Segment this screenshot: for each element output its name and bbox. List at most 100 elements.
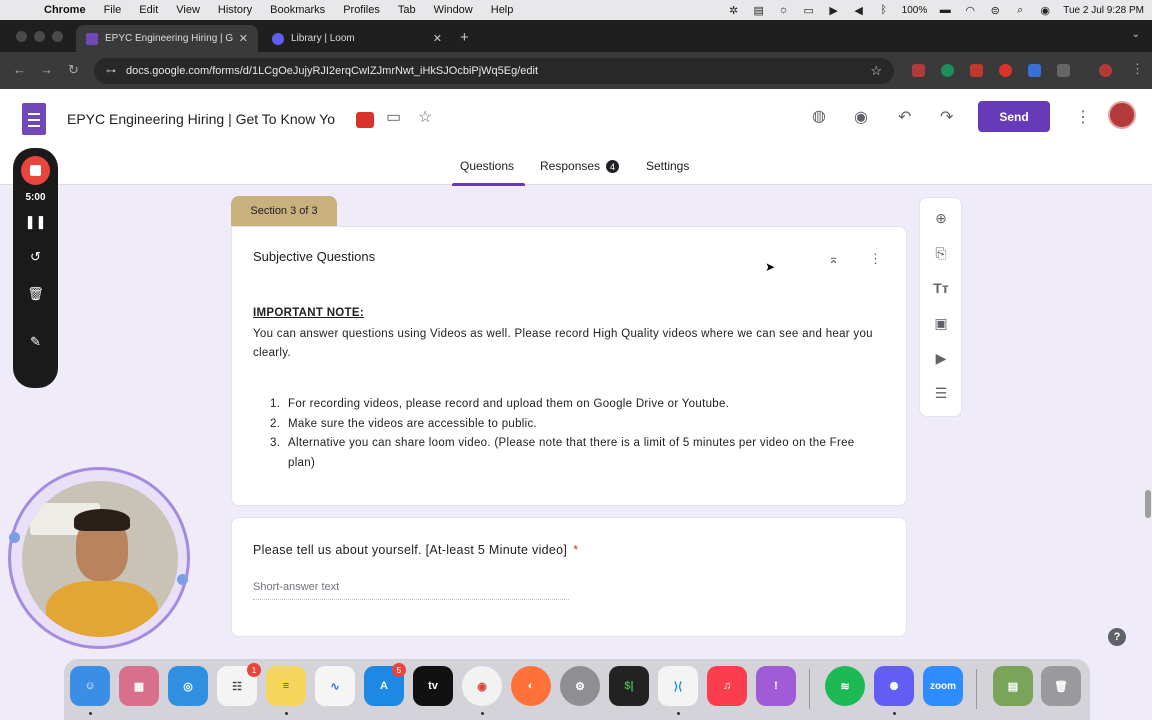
address-bar[interactable]: ⊶ docs.google.com/forms/d/1LCgOeJujyRJI2… — [94, 58, 894, 84]
vscode-icon[interactable]: ⟩⟨ — [658, 666, 698, 706]
tab-responses[interactable]: Responses 4 — [540, 159, 620, 174]
section-header-card[interactable]: Subjective Questions ⌅ ⋮ IMPORTANT NOTE:… — [231, 226, 907, 506]
feedback-assistant-icon[interactable]: ! — [756, 666, 796, 706]
minimize-window-button[interactable] — [34, 31, 45, 42]
add-section-icon[interactable]: ☰ — [932, 384, 950, 402]
resize-handle[interactable] — [177, 574, 188, 585]
extensions-puzzle-icon[interactable] — [1057, 64, 1070, 77]
control-center-icon[interactable]: ⊜ — [988, 4, 1002, 17]
battery-icon[interactable]: ▬ — [938, 4, 952, 16]
add-title-icon[interactable]: Tт — [932, 279, 950, 297]
redo-icon[interactable]: ↷ — [940, 107, 953, 127]
menu-bookmarks[interactable]: Bookmarks — [270, 4, 325, 16]
more-options-icon[interactable]: ⋮ — [1075, 107, 1091, 127]
close-window-button[interactable] — [16, 31, 27, 42]
downloads-stack-icon[interactable]: ▤ — [993, 666, 1033, 706]
loom-extension-icon[interactable] — [356, 112, 374, 128]
tab-loom[interactable]: Library | Loom ✕ — [262, 25, 452, 52]
url-text[interactable]: docs.google.com/forms/d/1LCgOeJujyRJI2er… — [126, 65, 538, 77]
volume-icon[interactable]: ◀ — [852, 4, 866, 17]
scrollbar-thumb[interactable] — [1145, 490, 1151, 518]
loom-icon[interactable]: ✺ — [874, 666, 914, 706]
send-button[interactable]: Send — [978, 101, 1050, 132]
fullscreen-window-button[interactable] — [52, 31, 63, 42]
menu-app-name[interactable]: Chrome — [44, 4, 86, 16]
display-icon[interactable]: ▭ — [802, 4, 816, 17]
close-tab-icon[interactable]: ✕ — [239, 32, 248, 45]
docker-icon[interactable]: ▤ — [752, 4, 766, 17]
menu-history[interactable]: History — [218, 4, 252, 16]
bluetooth-icon[interactable]: ᛒ — [877, 4, 891, 16]
import-questions-icon[interactable]: ⎘ — [932, 244, 950, 262]
help-icon[interactable]: ? — [1108, 628, 1126, 646]
music-icon[interactable]: ♫ — [707, 666, 747, 706]
menu-tab[interactable]: Tab — [398, 4, 416, 16]
extension-icon[interactable] — [1028, 64, 1041, 77]
wifi-icon[interactable]: ◠ — [963, 4, 977, 17]
menu-file[interactable]: File — [104, 4, 122, 16]
notes-icon[interactable]: ≡ — [266, 666, 306, 706]
forms-logo-icon[interactable] — [22, 103, 46, 135]
tab-search-icon[interactable]: ⌄ — [1132, 29, 1140, 40]
back-icon[interactable]: ← — [13, 62, 26, 77]
star-icon[interactable]: ☆ — [418, 107, 432, 127]
close-tab-icon[interactable]: ✕ — [433, 32, 442, 45]
tab-questions[interactable]: Questions — [460, 159, 514, 173]
finder-icon[interactable]: ☺ — [70, 666, 110, 706]
brightness-icon[interactable]: ☼ — [777, 4, 791, 16]
add-question-icon[interactable]: ⊕ — [932, 209, 950, 227]
delete-icon[interactable]: 🗑 — [13, 286, 58, 302]
reload-icon[interactable]: ↻ — [68, 62, 79, 78]
section-more-icon[interactable]: ⋮ — [869, 251, 882, 267]
freeform-icon[interactable]: ∿ — [315, 666, 355, 706]
siri-icon[interactable]: ◉ — [1038, 4, 1052, 17]
tab-settings[interactable]: Settings — [646, 159, 689, 173]
menu-help[interactable]: Help — [491, 4, 514, 16]
firefox-icon[interactable]: ◐ — [511, 666, 551, 706]
undo-icon[interactable]: ↶ — [898, 107, 911, 127]
safari-icon[interactable]: ◎ — [168, 666, 208, 706]
menubar-datetime[interactable]: Tue 2 Jul 9:28 PM — [1063, 5, 1144, 16]
add-image-icon[interactable]: ▣ — [932, 314, 950, 332]
extension-icon[interactable] — [912, 64, 925, 77]
launchpad-icon[interactable]: ▦ — [119, 666, 159, 706]
add-video-icon[interactable]: ▶ — [932, 349, 950, 367]
extension-icon[interactable] — [941, 64, 954, 77]
webcam-feed[interactable] — [22, 481, 178, 637]
spotify-icon[interactable]: ≋ — [825, 666, 865, 706]
menu-window[interactable]: Window — [434, 4, 473, 16]
menu-edit[interactable]: Edit — [139, 4, 158, 16]
site-info-icon[interactable]: ⊶ — [106, 66, 116, 77]
play-icon[interactable]: ▶ — [827, 4, 841, 17]
menu-profiles[interactable]: Profiles — [343, 4, 380, 16]
terminal-icon[interactable]: $| — [609, 666, 649, 706]
tab-forms[interactable]: EPYC Engineering Hiring | Ge ✕ — [76, 25, 258, 52]
stop-recording-button[interactable] — [21, 156, 50, 185]
new-tab-icon[interactable]: + — [460, 29, 469, 46]
chrome-menu-icon[interactable]: ⋮ — [1131, 61, 1144, 77]
profile-avatar-icon[interactable] — [1099, 64, 1112, 77]
bookmark-star-icon[interactable]: ☆ — [870, 63, 882, 79]
section-title[interactable]: Subjective Questions — [253, 249, 375, 264]
trash-icon[interactable]: 🗑 — [1041, 666, 1081, 706]
system-settings-icon[interactable]: ⚙ — [560, 666, 600, 706]
pause-icon[interactable]: ❚❚ — [13, 214, 58, 230]
gear-status-icon[interactable]: ✲ — [727, 4, 741, 17]
apple-tv-icon[interactable]: tv — [413, 666, 453, 706]
palette-icon[interactable]: ◍ — [812, 106, 826, 126]
menu-view[interactable]: View — [176, 4, 200, 16]
forward-icon[interactable]: → — [40, 62, 53, 77]
extension-icon[interactable] — [999, 64, 1012, 77]
avatar[interactable] — [1108, 101, 1136, 129]
move-to-folder-icon[interactable]: ▭ — [386, 107, 401, 127]
chrome-icon[interactable]: ◉ — [462, 666, 502, 706]
question-title[interactable]: Please tell us about yourself. [At-least… — [253, 543, 578, 557]
question-card[interactable]: Please tell us about yourself. [At-least… — [231, 517, 907, 637]
zoom-icon[interactable]: zoom — [923, 666, 963, 706]
drawing-tool-icon[interactable]: ✎ — [13, 334, 58, 350]
preview-eye-icon[interactable]: ◉ — [854, 107, 868, 127]
search-icon[interactable]: ⌕ — [1013, 4, 1027, 16]
form-title[interactable]: EPYC Engineering Hiring | Get To Know Yo — [67, 111, 367, 127]
extension-icon[interactable] — [970, 64, 983, 77]
collapse-section-icon[interactable]: ⌅ — [828, 251, 839, 267]
